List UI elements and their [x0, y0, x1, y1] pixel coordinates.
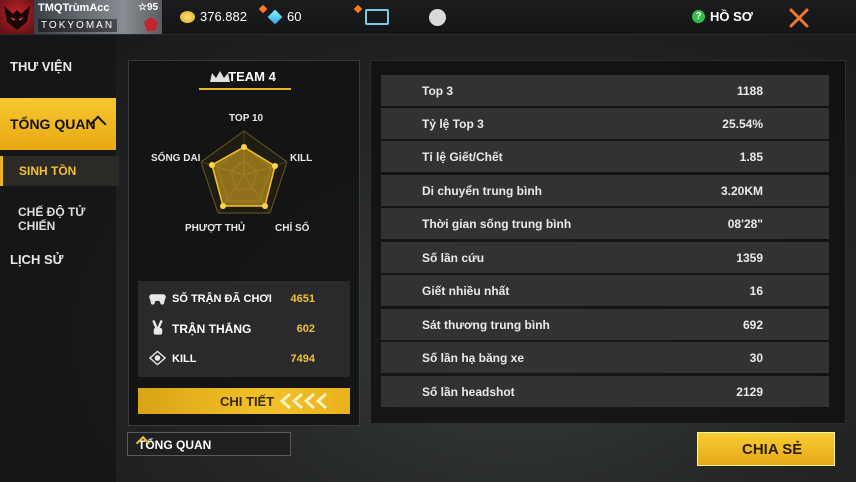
sidebar-subitem-label: SINH TỒN	[19, 164, 77, 178]
detail-button[interactable]: CHI TIẾT	[138, 388, 350, 414]
stat-label: KILL	[172, 353, 197, 365]
profile-label: HỒ SƠ	[710, 9, 753, 24]
player-avatar[interactable]	[0, 0, 34, 34]
detail-label: Sát thương trung bình	[422, 318, 550, 332]
radar-label-support: CHỈ SỐ	[275, 223, 310, 234]
detail-row: Số lần hạ băng xe 30	[381, 342, 829, 373]
close-icon[interactable]	[787, 6, 811, 30]
player-level: ☆95	[138, 2, 159, 13]
share-button[interactable]: CHIA SẺ	[697, 432, 835, 466]
detail-value: 16	[749, 284, 763, 298]
demon-mask-icon	[4, 6, 30, 30]
detail-row: Tỷ lệ Top 3 25.54%	[381, 108, 829, 139]
detail-label: Top 3	[422, 84, 454, 98]
detail-value: 25.54%	[722, 117, 763, 131]
detail-row: Số lần headshot 2129	[381, 376, 829, 407]
sidebar-subitem-survival[interactable]: SINH TỒN	[0, 156, 119, 186]
details-panel: Top 3 1188 Tỷ lệ Top 3 25.54% Tỉ lệ Giết…	[370, 60, 846, 424]
detail-value: 2129	[736, 385, 763, 399]
detail-label: Số lần cứu	[422, 251, 485, 265]
detail-row: Giết nhiều nhất 16	[381, 275, 829, 306]
team-tag: TOKYOMAN	[38, 19, 118, 32]
diamond-icon	[267, 9, 283, 24]
radar-label-assist: PHƯỢT THỦ	[185, 223, 246, 234]
sidebar-item-label: TỔNG QUAN	[10, 116, 96, 132]
diamond-counter[interactable]: 60	[267, 9, 302, 24]
guild-skull-icon[interactable]	[429, 9, 446, 26]
stat-label: TRẬN THẮNG	[172, 322, 252, 336]
dropdown-selected: TỔNG QUAN	[138, 438, 212, 452]
detail-label: Tỷ lệ Top 3	[422, 117, 484, 131]
team-underline	[199, 88, 291, 90]
player-name: TMQTrùmAcc	[38, 2, 110, 14]
profile-button[interactable]: ? HỒ SƠ	[692, 9, 753, 24]
detail-row: Thời gian sống trung bình 08'28"	[381, 208, 829, 239]
detail-row: Di chuyển trung bình 3.20KM	[381, 175, 829, 206]
gold-amount: 376.882	[200, 9, 247, 24]
notification-dot-icon	[353, 4, 363, 14]
detail-label: Di chuyển trung bình	[422, 184, 542, 198]
radar-label-top10: TOP 10	[229, 113, 264, 124]
sidebar: THƯ VIỆN TỔNG QUAN SINH TỒN CHẾ ĐỘ TỬ CH…	[0, 36, 119, 482]
gold-coin-icon	[180, 10, 195, 23]
detail-row: Sát thương trung bình 692	[381, 309, 829, 340]
victory-hand-icon	[152, 320, 163, 335]
notification-dot-icon	[258, 4, 268, 14]
help-icon: ?	[692, 10, 705, 23]
detail-value: 3.20KM	[720, 184, 763, 198]
sidebar-item-history[interactable]: LỊCH SỬ	[10, 252, 63, 267]
stat-value: 602	[296, 323, 315, 335]
sidebar-item-library[interactable]: THƯ VIỆN	[10, 59, 72, 74]
detail-value: 1359	[736, 251, 763, 265]
detail-value: 08'28"	[727, 217, 763, 231]
detail-value: 30	[749, 351, 763, 365]
detail-value: 692	[742, 318, 763, 332]
detail-row: Số lần cứu 1359	[381, 242, 829, 273]
kill-skull-icon	[149, 350, 166, 366]
membership-card-icon[interactable]	[365, 9, 389, 25]
chevrons-left-icon	[279, 392, 327, 410]
detail-label: Giết nhiều nhất	[422, 284, 510, 298]
mode-dropdown[interactable]: TỔNG QUAN	[127, 432, 291, 456]
diamond-amount: 60	[287, 9, 302, 24]
top-bar: TMQTrùmAcc ☆95 TOKYOMAN 376.882 60 ? HỒ …	[0, 0, 856, 35]
gold-counter: 376.882	[180, 9, 247, 24]
rank-emblem-icon	[144, 17, 158, 31]
team-name: TEAM 4	[228, 69, 276, 84]
detail-label: Thời gian sống trung bình	[422, 217, 572, 231]
sidebar-subitem-death-match[interactable]: CHẾ ĐỘ TỬ CHIẾN	[18, 205, 116, 233]
player-banner[interactable]: TMQTrùmAcc ☆95 TOKYOMAN	[34, 0, 162, 34]
detail-value: 1.85	[739, 150, 763, 164]
stat-row-kills: KILL 7494	[149, 350, 339, 370]
detail-row: Top 3 1188	[381, 75, 829, 106]
gamepad-icon	[149, 294, 166, 305]
detail-row: Tỉ lệ Giết/Chết 1.85	[381, 141, 829, 172]
radar-label-kill: KILL	[290, 153, 313, 164]
stat-label: SỐ TRẬN ĐÃ CHƠI	[172, 293, 272, 305]
stat-row-wins: TRẬN THẮNG 602	[149, 320, 339, 340]
share-button-label: CHIA SẺ	[742, 441, 803, 458]
detail-label: Tỉ lệ Giết/Chết	[422, 150, 503, 164]
detail-label: Số lần headshot	[422, 385, 515, 399]
detail-value: 1188	[736, 84, 763, 98]
stat-value: 4651	[290, 293, 315, 305]
stat-row-matches: SỐ TRẬN ĐÃ CHƠI 4651	[149, 290, 339, 310]
radar-label-survival: SỐNG DAI	[151, 153, 201, 164]
detail-label: Số lần hạ băng xe	[422, 351, 525, 365]
sidebar-item-overview[interactable]: TỔNG QUAN	[0, 98, 116, 150]
detail-button-label: CHI TIẾT	[220, 394, 275, 409]
stat-value: 7494	[290, 353, 315, 365]
radar-chart	[200, 130, 288, 214]
team-panel: TEAM 4 TOP 10 KILL CHỈ SỐ PHƯỢT THỦ SỐNG…	[128, 60, 360, 426]
